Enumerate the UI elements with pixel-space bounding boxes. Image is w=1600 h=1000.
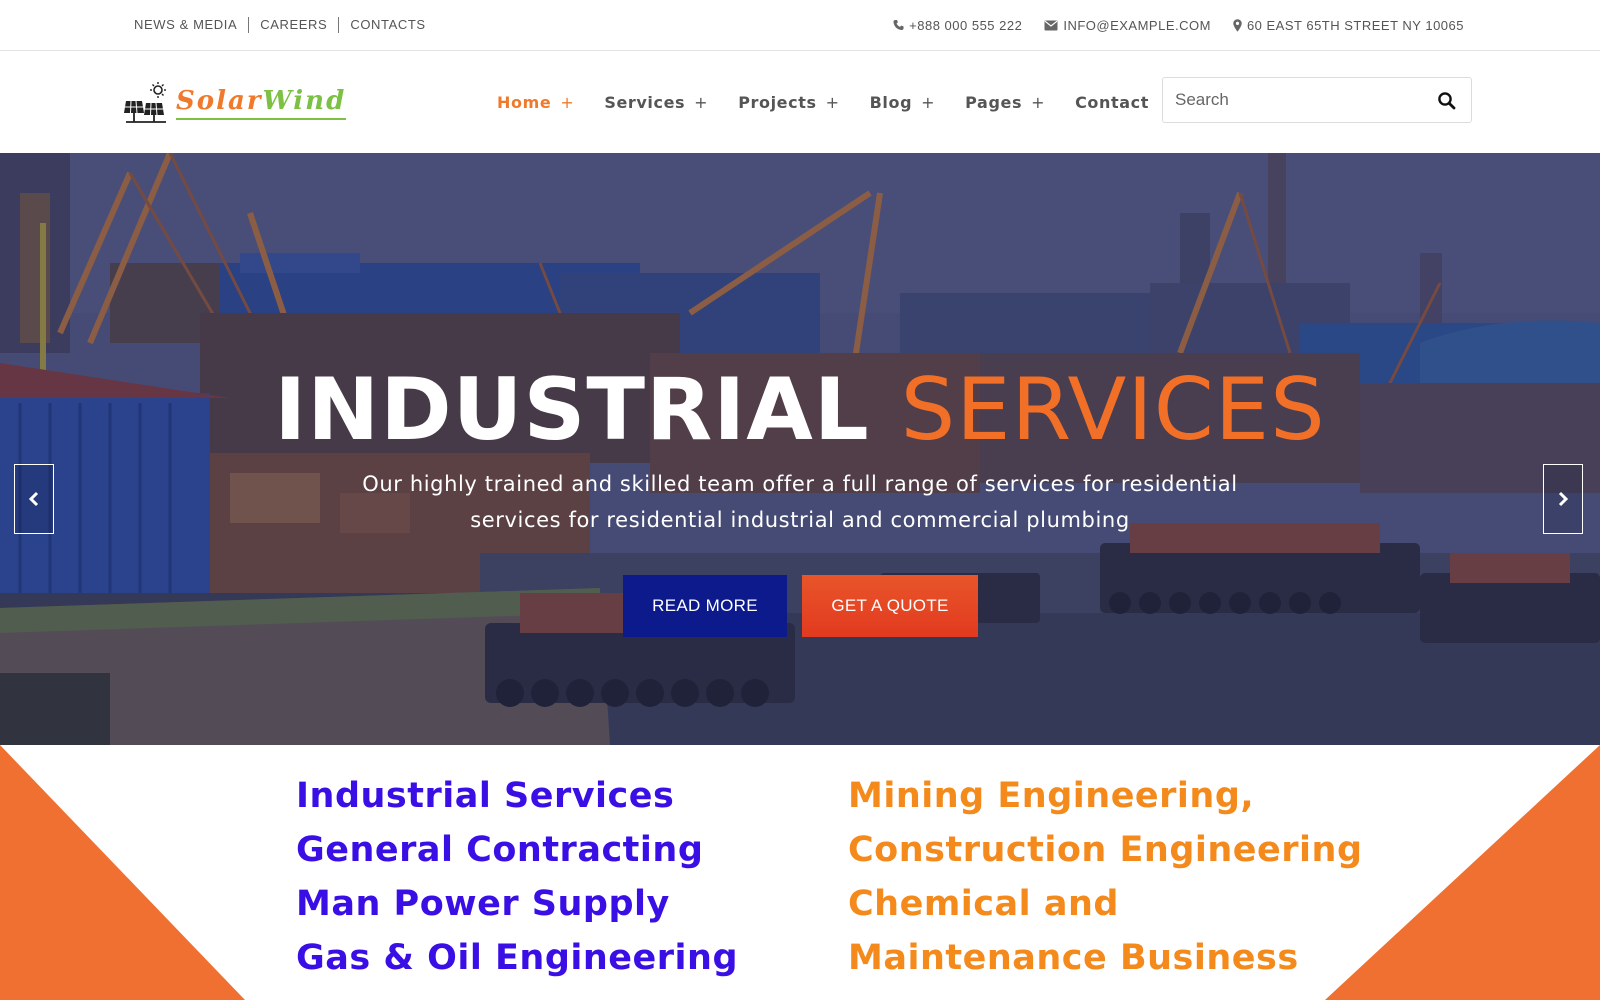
nav-item-services[interactable]: Services + [604,93,708,112]
services-list-left: Industrial Services General Contracting … [296,769,738,985]
careers-link[interactable]: CAREERS [249,17,340,33]
service-item: Mining Engineering, [848,776,1255,816]
nav-item-projects[interactable]: Projects + [738,93,839,112]
plus-icon: + [560,92,575,112]
contact-info: +888 000 555 222 INFO@EXAMPLE.COM 60 EAS… [893,0,1464,50]
read-more-button[interactable]: READ MORE [623,575,787,637]
hero-title-orange: SERVICES [900,360,1326,460]
phone-number[interactable]: +888 000 555 222 [909,18,1022,33]
main-header: SolarWind Home + Services + Projects + B… [0,51,1600,153]
service-item: General Contracting [296,830,704,870]
nav-label-home: Home [497,92,552,112]
search-box [1162,77,1472,123]
nav-item-contact[interactable]: Contact [1075,93,1149,112]
service-item: Maintenance Business [848,938,1299,978]
envelope-icon [1044,20,1058,30]
logo-text-solar: Solar [176,85,263,116]
plus-icon: + [921,92,936,112]
top-bar: NEWS & MEDIA CAREERS CONTACTS +888 000 5… [0,0,1600,51]
service-item: Gas & Oil Engineering [296,938,739,978]
plus-icon: + [1031,92,1046,112]
service-item: Industrial Services [296,776,675,816]
hero-slider: INDUSTRIAL SERVICES Our highly trained a… [0,153,1600,745]
nav-item-pages[interactable]: Pages + [965,93,1045,112]
plus-icon: + [694,92,709,112]
plus-icon: + [825,92,840,112]
address-contact: 60 EAST 65TH STREET NY 10065 [1233,18,1464,33]
logo-text-wind: Wind [262,85,347,116]
services-list-right: Mining Engineering, Construction Enginee… [848,769,1363,985]
nav-label-pages: Pages [965,92,1023,112]
main-nav: Home + Services + Projects + Blog + Page… [497,51,1179,153]
nav-label-projects: Projects [738,92,817,112]
service-item: Man Power Supply [296,884,670,924]
services-section: Industrial Services General Contracting … [0,745,1600,1000]
slider-prev-button[interactable] [14,464,54,534]
hero-title: INDUSTRIAL SERVICES [0,360,1600,460]
service-item: Construction Engineering [848,830,1363,870]
email-address[interactable]: INFO@EXAMPLE.COM [1063,18,1211,33]
site-logo[interactable]: SolarWind [124,79,347,125]
phone-contact: +888 000 555 222 [893,18,1022,33]
contacts-link[interactable]: CONTACTS [339,17,436,33]
service-item: Chemical and [848,884,1119,924]
chevron-left-icon [28,491,39,507]
hero-title-white: INDUSTRIAL [274,360,870,460]
phone-icon [893,19,904,31]
email-contact: INFO@EXAMPLE.COM [1044,18,1211,33]
chevron-right-icon [1558,491,1569,507]
street-address: 60 EAST 65TH STREET NY 10065 [1246,17,1464,33]
nav-label-contact: Contact [1075,92,1149,112]
nav-item-home[interactable]: Home + [497,93,574,112]
get-quote-button[interactable]: GET A QUOTE [802,575,978,637]
search-input[interactable] [1163,78,1413,122]
nav-label-services: Services [604,92,686,112]
hero-description: Our highly trained and skilled team offe… [362,472,1238,532]
slider-next-button[interactable] [1543,464,1583,534]
map-marker-icon [1233,18,1242,32]
nav-label-blog: Blog [869,92,913,112]
search-icon[interactable] [1437,91,1457,111]
top-links: NEWS & MEDIA CAREERS CONTACTS [134,0,437,50]
logo-text: SolarWind [176,85,347,120]
nav-item-blog[interactable]: Blog + [870,93,936,112]
news-media-link[interactable]: NEWS & MEDIA [134,17,250,33]
solar-panel-icon [124,82,166,123]
